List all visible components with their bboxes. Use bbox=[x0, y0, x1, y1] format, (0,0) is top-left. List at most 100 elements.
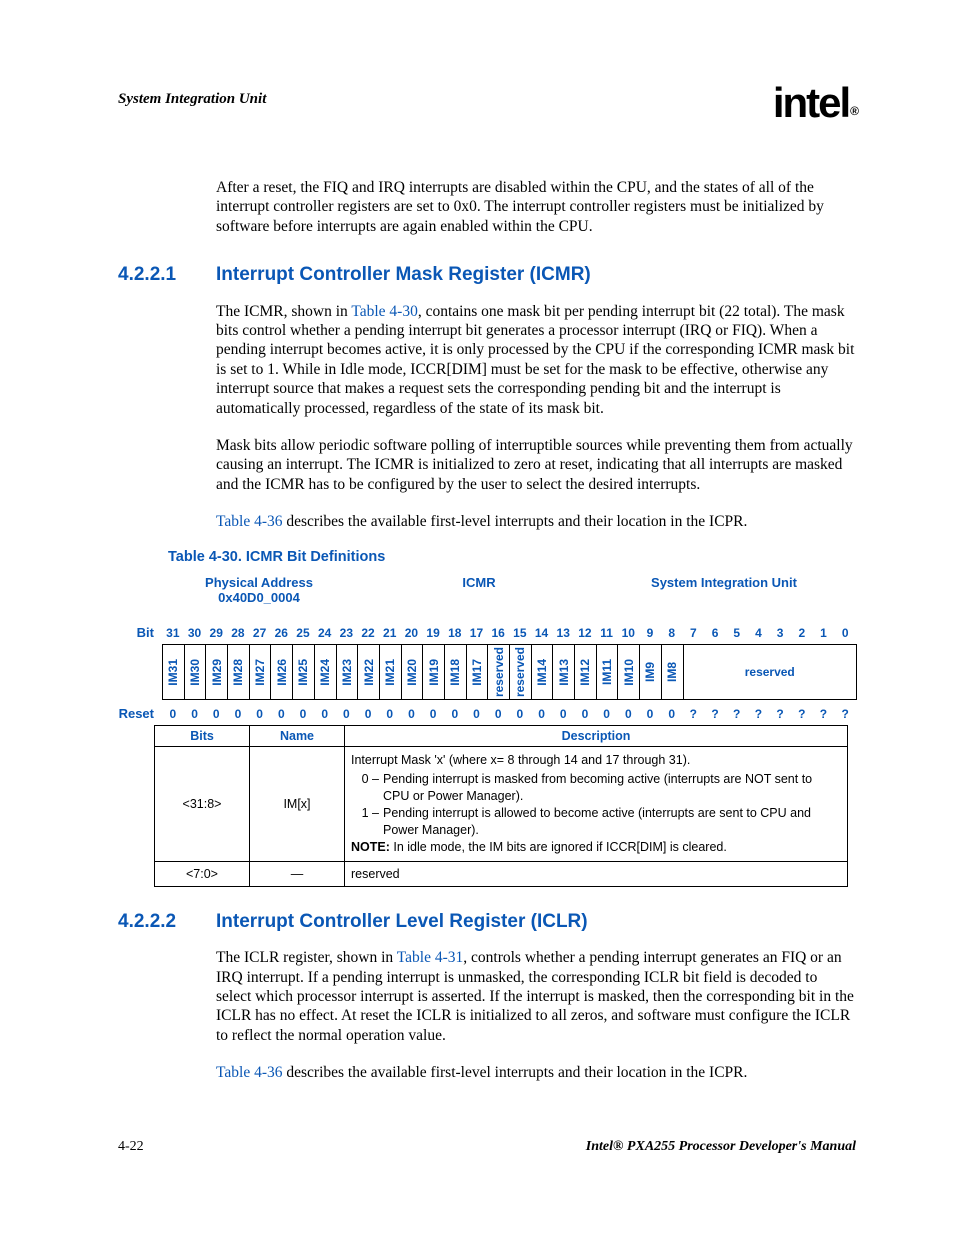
bit-number: 24 bbox=[314, 626, 336, 640]
reset-value: ? bbox=[813, 707, 835, 721]
bit-field: IM22 bbox=[357, 645, 379, 699]
reset-value: 0 bbox=[205, 707, 227, 721]
bit-field: IM21 bbox=[379, 645, 401, 699]
bit-field: IM10 bbox=[617, 645, 639, 699]
bit-field: IM28 bbox=[227, 645, 249, 699]
section-number: 4.2.2.2 bbox=[118, 911, 216, 933]
bit-field: IM23 bbox=[336, 645, 358, 699]
bit-number: 0 bbox=[834, 626, 856, 640]
reset-value: 0 bbox=[574, 707, 596, 721]
hdr-desc: Description bbox=[345, 726, 848, 747]
bit-field: IM17 bbox=[466, 645, 488, 699]
hdr-name: Name bbox=[250, 726, 345, 747]
bit-number: 13 bbox=[552, 626, 574, 640]
bit-number: 23 bbox=[336, 626, 358, 640]
bit-number: 19 bbox=[422, 626, 444, 640]
bit-field: reserved bbox=[509, 645, 531, 699]
bit-field: reserved bbox=[487, 645, 509, 699]
hdr-bits: Bits bbox=[155, 726, 250, 747]
reset-value: 0 bbox=[357, 707, 379, 721]
bit-field: IM18 bbox=[444, 645, 466, 699]
bit-field: IM12 bbox=[574, 645, 596, 699]
manual-title: Intel® PXA255 Processor Developer's Manu… bbox=[586, 1139, 856, 1155]
bit-number: 15 bbox=[509, 626, 531, 640]
sec2-p1: The ICLR register, shown in Table 4-31, … bbox=[216, 948, 856, 1045]
bit-number: 17 bbox=[466, 626, 488, 640]
bit-number: 16 bbox=[487, 626, 509, 640]
bit-field: IM29 bbox=[205, 645, 227, 699]
reset-value: 0 bbox=[422, 707, 444, 721]
section-number: 4.2.2.1 bbox=[118, 264, 216, 286]
bit-number: 28 bbox=[227, 626, 249, 640]
sec1-p1: The ICMR, shown in Table 4-30, contains … bbox=[216, 302, 856, 418]
reset-value: 0 bbox=[552, 707, 574, 721]
bit-number: 9 bbox=[639, 626, 661, 640]
bit-number: 18 bbox=[444, 626, 466, 640]
bit-field: IM26 bbox=[270, 645, 292, 699]
table-row: <31:8> IM[x] Interrupt Mask 'x' (where x… bbox=[155, 747, 848, 861]
bit-field: IM25 bbox=[292, 645, 314, 699]
reset-value: 0 bbox=[314, 707, 336, 721]
section-title: Interrupt Controller Mask Register (ICMR… bbox=[216, 264, 591, 286]
bit-field: reserved bbox=[683, 645, 857, 699]
bit-number: 11 bbox=[596, 626, 618, 640]
bit-field: IM31 bbox=[162, 645, 184, 699]
reset-value: 0 bbox=[617, 707, 639, 721]
bit-number: 29 bbox=[205, 626, 227, 640]
bit-number: 30 bbox=[184, 626, 206, 640]
bit-number: 20 bbox=[401, 626, 423, 640]
bit-description-table: Bits Name Description <31:8> IM[x] Inter… bbox=[154, 725, 848, 886]
bit-number: 12 bbox=[574, 626, 596, 640]
reset-value: 0 bbox=[270, 707, 292, 721]
sec1-p2: Mask bits allow periodic software pollin… bbox=[216, 436, 856, 494]
bit-number: 4 bbox=[748, 626, 770, 640]
reset-value: 0 bbox=[184, 707, 206, 721]
bit-field: IM13 bbox=[552, 645, 574, 699]
reset-value: ? bbox=[834, 707, 856, 721]
table-4-30-caption: Table 4-30. ICMR Bit Definitions bbox=[168, 549, 856, 565]
table-row: <7:0> — reserved bbox=[155, 861, 848, 886]
bit-number: 26 bbox=[270, 626, 292, 640]
bit-number: 27 bbox=[249, 626, 271, 640]
bit-number: 1 bbox=[813, 626, 835, 640]
reset-value: 0 bbox=[596, 707, 618, 721]
reset-value: 0 bbox=[249, 707, 271, 721]
bit-field: IM20 bbox=[401, 645, 423, 699]
reset-value: ? bbox=[769, 707, 791, 721]
phys-addr-header: Physical Address 0x40D0_0004 bbox=[154, 575, 364, 605]
bit-field: IM8 bbox=[661, 645, 683, 699]
table-4-36-link[interactable]: Table 4-36 bbox=[216, 513, 283, 530]
running-head: System Integration Unit bbox=[118, 91, 266, 108]
bit-field: IM24 bbox=[314, 645, 336, 699]
bit-number: 8 bbox=[661, 626, 683, 640]
bit-number: 14 bbox=[531, 626, 553, 640]
bit-field: IM19 bbox=[422, 645, 444, 699]
bit-number: 31 bbox=[162, 626, 184, 640]
bit-field: IM14 bbox=[531, 645, 553, 699]
sec2-p2: Table 4-36 describes the available first… bbox=[216, 1063, 856, 1082]
page-number: 4-22 bbox=[118, 1139, 144, 1155]
section-title: Interrupt Controller Level Register (ICL… bbox=[216, 911, 588, 933]
reset-value: 0 bbox=[509, 707, 531, 721]
bit-number: 22 bbox=[357, 626, 379, 640]
reset-value: 0 bbox=[487, 707, 509, 721]
reset-value: ? bbox=[704, 707, 726, 721]
bit-number: 21 bbox=[379, 626, 401, 640]
table-4-30-link[interactable]: Table 4-30 bbox=[351, 303, 418, 320]
reset-value: 0 bbox=[466, 707, 488, 721]
reset-value: ? bbox=[791, 707, 813, 721]
reset-value: 0 bbox=[401, 707, 423, 721]
table-4-31-link[interactable]: Table 4-31 bbox=[397, 949, 464, 966]
reset-value: 0 bbox=[292, 707, 314, 721]
reset-value: 0 bbox=[227, 707, 249, 721]
bit-number: 5 bbox=[726, 626, 748, 640]
reset-value: ? bbox=[683, 707, 705, 721]
table-4-36-link[interactable]: Table 4-36 bbox=[216, 1064, 283, 1081]
bit-number: 2 bbox=[791, 626, 813, 640]
bit-number: 10 bbox=[617, 626, 639, 640]
intro-paragraph: After a reset, the FIQ and IRQ interrupt… bbox=[216, 178, 856, 236]
reset-value: 0 bbox=[379, 707, 401, 721]
bit-field: IM9 bbox=[639, 645, 661, 699]
bit-field: IM30 bbox=[184, 645, 206, 699]
sec1-p3: Table 4-36 describes the available first… bbox=[216, 512, 856, 531]
